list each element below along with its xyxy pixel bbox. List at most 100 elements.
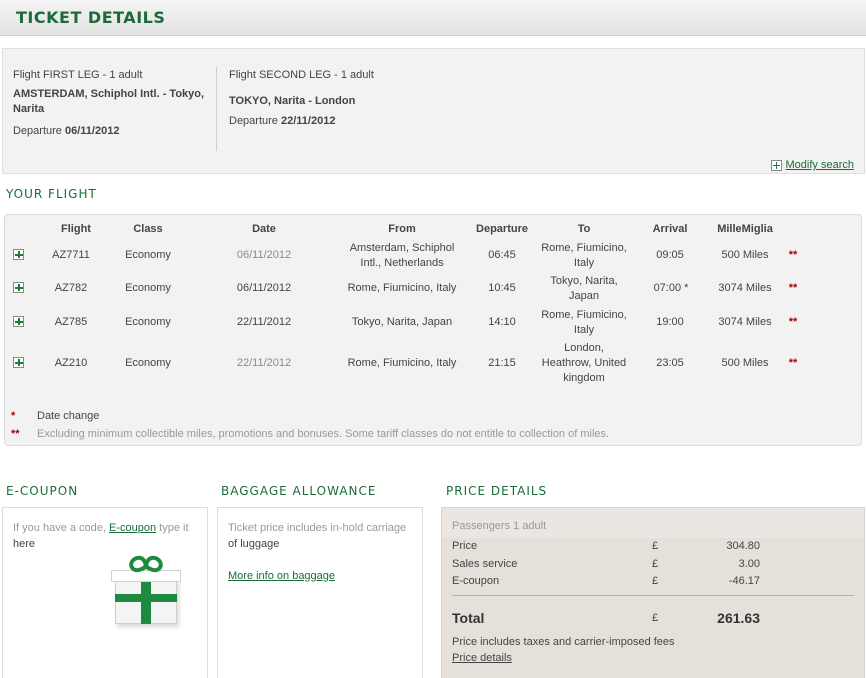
cell-line: Amsterdam, Schiphol xyxy=(349,242,455,254)
flights-table: Flight Class Date From Departure To Arri… xyxy=(4,214,862,446)
expand-row-icon[interactable] xyxy=(13,249,24,260)
cell-from: Amsterdam, Schiphol Intl., Netherlands xyxy=(337,241,467,271)
ecoupon-text-before: If you have a code, xyxy=(13,522,110,534)
cell-miles: 3074 Miles xyxy=(718,282,772,294)
leg-route-line: AMSTERDAM, Schiphol Intl. - Tokyo, xyxy=(13,88,205,100)
price-divider xyxy=(452,595,854,596)
cell-date: 06/11/2012 xyxy=(236,282,292,294)
cell-departure: 10:45 xyxy=(488,282,516,294)
header-from: From xyxy=(388,223,416,235)
header-arrival: Arrival xyxy=(652,223,688,235)
cell-date: 22/11/2012 xyxy=(236,316,292,328)
cell-class: Economy xyxy=(125,249,171,261)
cell-arrival: 07:00 * xyxy=(653,282,689,294)
baggage-text: Ticket price includes in-hold carriage o… xyxy=(228,520,424,584)
passengers-count: Passengers 1 adult xyxy=(452,520,547,532)
price-details-title: PRICE DETAILS xyxy=(446,484,548,498)
ecoupon-panel: If you have a code, E-coupon type it her… xyxy=(2,507,208,678)
ecoupon-text-line2: here xyxy=(13,538,36,550)
cell-line: Rome, Fiumicino, xyxy=(541,309,627,321)
leg-departure: Departure 06/11/2012 xyxy=(13,125,209,137)
cell-line: Intl., Netherlands xyxy=(360,257,444,269)
cell-miles: 500 Miles xyxy=(721,357,769,369)
cell-class: Economy xyxy=(125,282,171,294)
price-row-label: Sales service xyxy=(452,558,518,570)
cell-arrival: 09:05 xyxy=(656,249,684,261)
ecoupon-text: If you have a code, E-coupon type it her… xyxy=(13,520,203,552)
cell-to: Rome, Fiumicino, Italy xyxy=(533,308,635,338)
header-class: Class xyxy=(133,223,163,235)
cell-line: Tokyo, Narita, xyxy=(550,275,618,287)
price-details-link[interactable]: Price details xyxy=(452,652,512,664)
price-note: Price includes taxes and carrier-imposed… xyxy=(452,636,675,648)
price-row-amount: 3.00 xyxy=(738,558,760,570)
cell-arrival: 19:00 xyxy=(656,316,684,328)
cell-to: Tokyo, Narita, Japan xyxy=(533,274,635,304)
baggage-line2: of luggage xyxy=(228,538,280,550)
cell-departure: 06:45 xyxy=(488,249,516,261)
first-leg: Flight FIRST LEG - 1 adult AMSTERDAM, Sc… xyxy=(13,69,209,137)
page-title: TICKET DETAILS xyxy=(16,8,166,27)
leg-departure: Departure 22/11/2012 xyxy=(229,115,479,127)
cell-to: London, Heathrow, United kingdom xyxy=(533,341,635,386)
cell-departure: 14:10 xyxy=(488,316,516,328)
footnote-marker: ** xyxy=(11,428,20,440)
cell-flight: AZ785 xyxy=(54,316,88,328)
cell-class: Economy xyxy=(125,357,171,369)
cell-miles: 3074 Miles xyxy=(718,316,772,328)
miles-note-marker: ** xyxy=(788,316,798,328)
miles-note-marker: ** xyxy=(788,357,798,369)
total-label: Total xyxy=(452,610,485,626)
leg-divider xyxy=(216,67,217,151)
price-row-label: Price xyxy=(452,540,478,552)
header-departure: Departure xyxy=(476,223,528,235)
cell-class: Economy xyxy=(125,316,171,328)
leg-title: Flight FIRST LEG - 1 adult xyxy=(13,69,143,81)
price-row-amount: 304.80 xyxy=(726,540,760,552)
header-miles: MilleMiglia xyxy=(717,223,773,235)
cell-line: London, xyxy=(564,342,604,354)
cell-from: Rome, Fiumicino, Italy xyxy=(347,357,457,369)
cell-line: Heathrow, United xyxy=(541,357,627,369)
currency-symbol: £ xyxy=(652,575,659,587)
price-row-amount: -46.17 xyxy=(728,575,760,587)
cell-line: Italy xyxy=(573,257,595,269)
cell-arrival: 23:05 xyxy=(656,357,684,369)
footnote-date-change: * Date change xyxy=(11,410,99,422)
cell-line: Rome, Fiumicino, xyxy=(541,242,627,254)
currency-symbol: £ xyxy=(652,558,659,570)
cell-flight: AZ7711 xyxy=(52,249,90,261)
cell-from: Rome, Fiumicino, Italy xyxy=(347,282,457,294)
ecoupon-title: E-COUPON xyxy=(6,484,79,498)
header-to: To xyxy=(577,223,591,235)
price-row-label: E-coupon xyxy=(452,575,500,587)
leg-title: Flight SECOND LEG - 1 adult xyxy=(229,69,374,81)
modify-search-link[interactable]: Modify search xyxy=(770,159,854,171)
ecoupon-link[interactable]: E-coupon xyxy=(109,522,156,534)
cell-date: 22/11/2012 xyxy=(236,357,292,369)
departure-date: 22/11/2012 xyxy=(280,115,336,127)
plus-icon xyxy=(770,159,782,171)
departure-label: Departure xyxy=(229,115,281,127)
cell-to: Rome, Fiumicino, Italy xyxy=(533,241,635,271)
cell-flight: AZ782 xyxy=(54,282,88,294)
leg-route-line: TOKYO, Narita - London xyxy=(229,95,356,107)
baggage-info-link[interactable]: More info on baggage xyxy=(228,570,335,582)
departure-date: 06/11/2012 xyxy=(64,125,120,137)
miles-note-marker: ** xyxy=(788,249,798,261)
footnote-miles: ** Excluding minimum collectible miles, … xyxy=(11,428,851,440)
baggage-panel: Ticket price includes in-hold carriage o… xyxy=(217,507,423,678)
your-flight-title: YOUR FLIGHT xyxy=(6,187,97,201)
departure-label: Departure xyxy=(13,125,65,137)
cell-date: 06/11/2012 xyxy=(236,249,292,261)
footnote-text: Excluding minimum collectible miles, pro… xyxy=(37,428,610,440)
expand-row-icon[interactable] xyxy=(13,316,24,327)
expand-row-icon[interactable] xyxy=(13,357,24,368)
cell-miles: 500 Miles xyxy=(721,249,769,261)
leg-route: TOKYO, Narita - London xyxy=(229,94,479,109)
ecoupon-text-after: type it xyxy=(156,522,189,534)
modify-search-label: Modify search xyxy=(785,159,854,171)
gift-box-icon xyxy=(109,552,183,628)
expand-row-icon[interactable] xyxy=(13,282,24,293)
leg-route: AMSTERDAM, Schiphol Intl. - Tokyo, Narit… xyxy=(13,87,209,117)
